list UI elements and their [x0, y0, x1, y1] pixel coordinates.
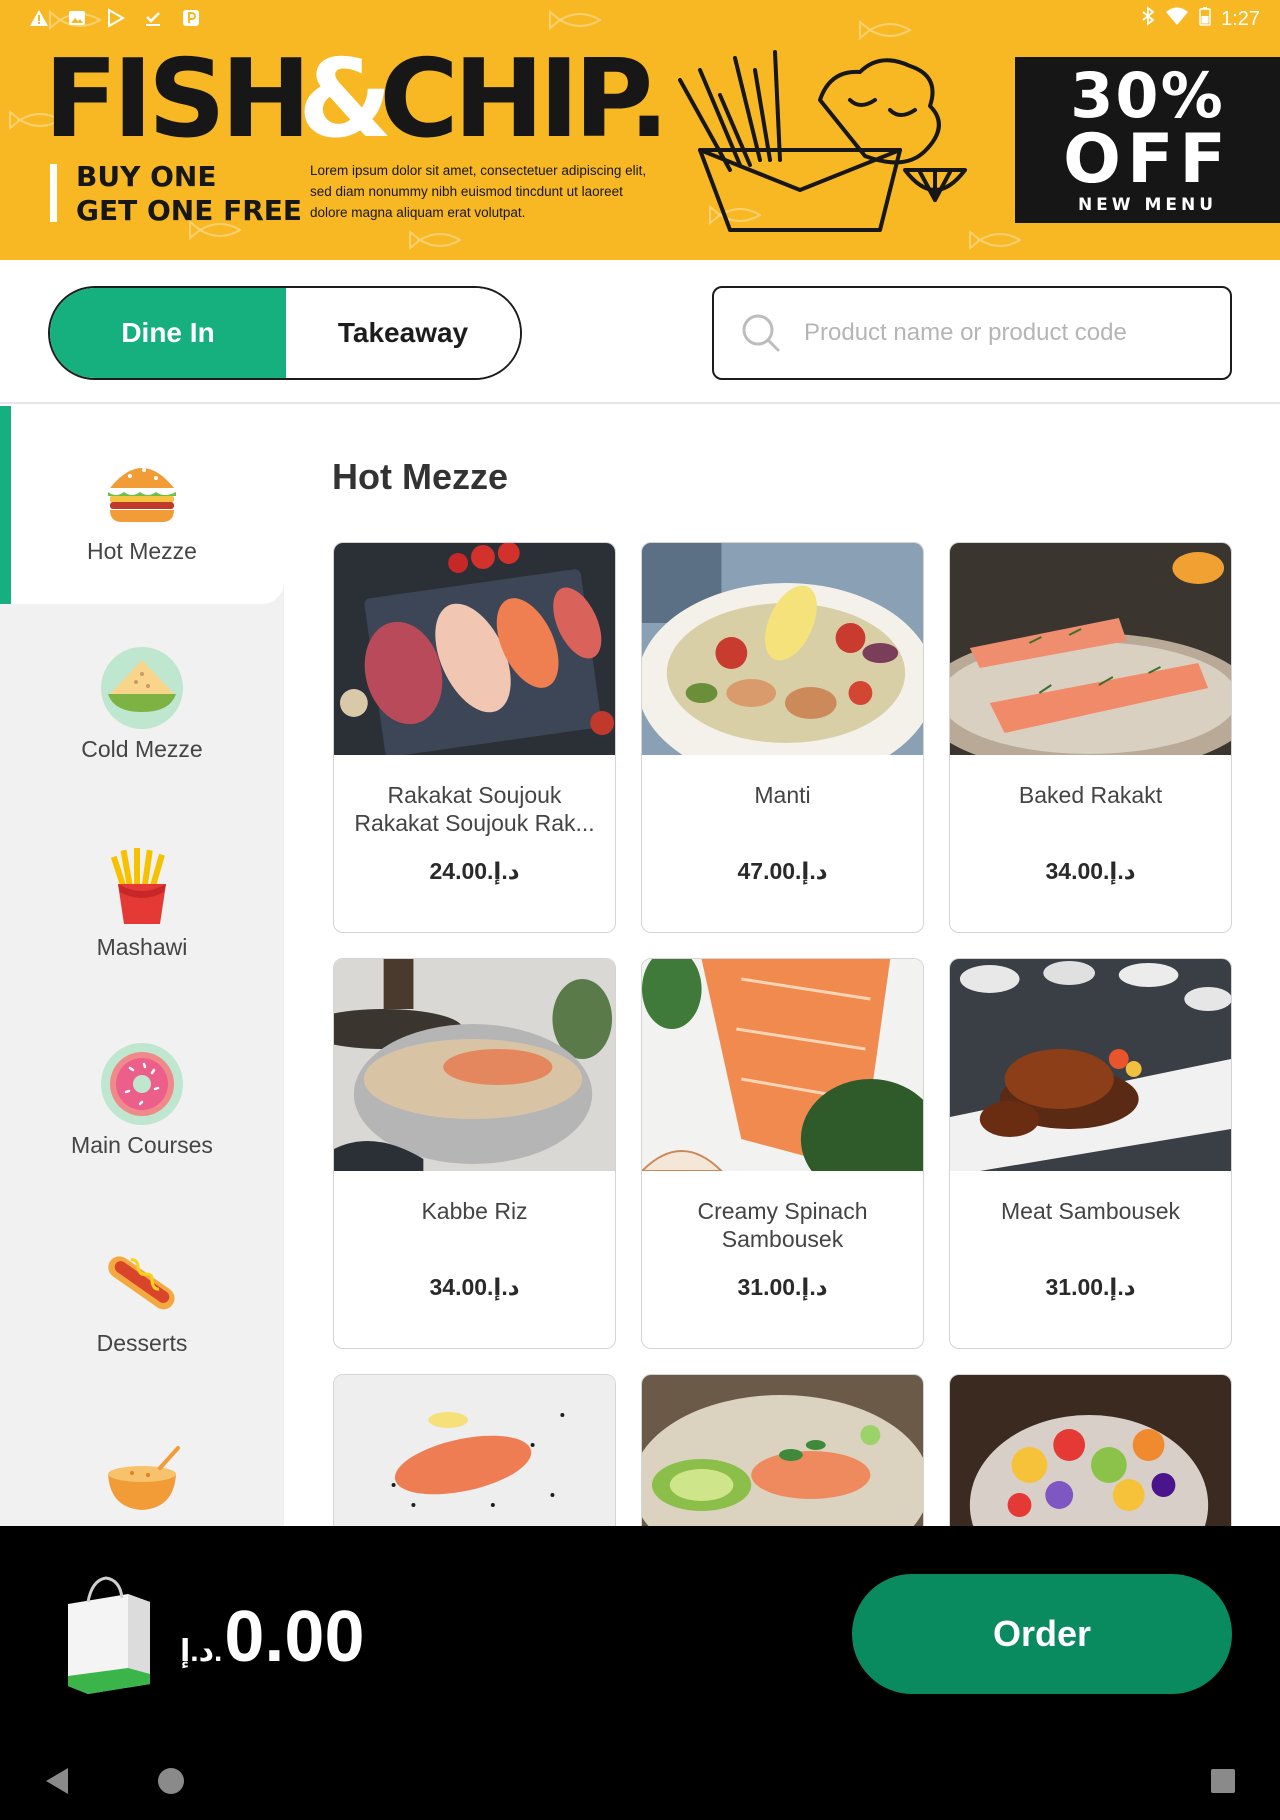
product-price: د.إ.47.00	[737, 858, 828, 884]
nav-back-icon[interactable]	[44, 1766, 70, 1796]
product-image	[950, 543, 1231, 773]
product-card[interactable]: Baked Rakakt د.إ.34.00	[949, 542, 1232, 933]
category-hot-mezze[interactable]: Hot Mezze	[0, 406, 284, 604]
product-image	[334, 959, 615, 1171]
product-name: Manti	[658, 781, 907, 809]
product-price: د.إ.34.00	[1045, 858, 1136, 884]
dine-in-button[interactable]: Dine In	[50, 288, 286, 378]
bluetooth-icon	[1141, 6, 1155, 32]
product-card[interactable]: Meat Sambousek د.إ.31.00	[949, 958, 1232, 1349]
promo-text: BUY ONE GET ONE FREE	[76, 160, 302, 228]
search-input[interactable]	[804, 319, 1204, 347]
clock-time: 1:27	[1221, 7, 1260, 30]
brand-chip: CHIP.	[379, 37, 669, 162]
product-image	[334, 543, 615, 757]
product-card[interactable]: Manti د.إ.47.00	[641, 542, 924, 933]
category-mashawi[interactable]: Mashawi	[0, 802, 284, 1000]
category-label: Cold Mezze	[81, 736, 203, 762]
wifi-icon	[1165, 6, 1189, 32]
nav-recents-icon[interactable]	[1210, 1768, 1236, 1794]
product-price: د.إ.34.00	[429, 1274, 520, 1300]
product-name: Rakakat Soujouk Rakakat Soujouk Rak...	[350, 781, 599, 837]
product-name: Meat Sambousek	[966, 1197, 1215, 1225]
product-image	[950, 959, 1231, 1171]
product-name-line-1: Creamy Spinach	[697, 1198, 868, 1224]
donut-icon	[101, 1043, 183, 1125]
discount-badge: 30% OFF NEW MENU	[1015, 57, 1280, 223]
product-name-line-1: Manti	[754, 782, 811, 808]
warning-icon	[28, 7, 50, 29]
order-toolbar: Dine In Takeaway	[0, 260, 1280, 404]
fries-icon	[110, 848, 166, 924]
category-desserts[interactable]: Desserts	[0, 1198, 284, 1396]
pizza-icon	[101, 647, 183, 729]
product-name: Creamy Spinach Sambousek	[658, 1197, 907, 1253]
product-name-line-1: Rakakat Soujouk	[387, 782, 562, 808]
order-button[interactable]: Order	[852, 1574, 1232, 1694]
category-cold-mezze[interactable]: Cold Mezze	[0, 604, 284, 802]
product-name-line-2: Rakakat Soujouk Rak...	[354, 810, 595, 836]
active-category-indicator	[0, 406, 11, 604]
product-image	[642, 959, 923, 1199]
product-card[interactable]: Rakakat Soujouk Rakakat Soujouk Rak... د…	[333, 542, 616, 933]
nav-home-icon[interactable]	[156, 1766, 186, 1796]
image-icon	[66, 7, 88, 29]
product-price: د.إ.31.00	[737, 1274, 828, 1300]
order-type-toggle: Dine In Takeaway	[48, 286, 522, 380]
discount-off-label: OFF	[1063, 120, 1232, 199]
soup-bowl-icon	[108, 1446, 180, 1510]
download-done-icon	[142, 7, 164, 29]
battery-icon	[1199, 6, 1211, 32]
promo-banner[interactable]: 1:27 FISH&CHIP. BUY ONE GET ONE FREE Lor…	[0, 0, 1280, 260]
takeaway-button[interactable]: Takeaway	[286, 288, 520, 378]
product-name-line-2: Sambousek	[721, 1226, 844, 1252]
status-bar-left	[28, 7, 202, 29]
category-main-courses[interactable]: Main Courses	[0, 1000, 284, 1198]
cart-total: د.إ. 0.00	[180, 1596, 365, 1678]
brand-fish: FISH	[44, 37, 311, 162]
burger-icon	[108, 468, 176, 522]
status-bar-right: 1:27	[1141, 6, 1260, 32]
fish-and-chips-illustration-icon	[678, 50, 967, 232]
promo-line-2: GET ONE FREE	[76, 194, 303, 227]
category-sidebar: Hot Mezze Cold Mezze Mashawi Main Course…	[0, 406, 284, 1526]
shopping-bag-icon[interactable]	[58, 1576, 158, 1696]
new-menu-label: NEW MENU	[1077, 195, 1218, 215]
section-title: Hot Mezze	[332, 456, 509, 497]
brand-title: FISH&CHIP.	[44, 46, 670, 154]
product-name-line-1: Kabbe Riz	[421, 1198, 528, 1224]
cart-total-amount: 0.00	[224, 1597, 365, 1677]
product-card[interactable]: Kabbe Riz د.إ.34.00	[333, 958, 616, 1349]
product-price: د.إ.31.00	[1045, 1274, 1136, 1300]
search-icon	[742, 314, 780, 352]
cart-currency: د.إ.	[180, 1635, 223, 1668]
category-label: Mashawi	[96, 934, 188, 960]
category-label: Main Courses	[71, 1132, 213, 1158]
product-card[interactable]: Creamy Spinach Sambousek د.إ.31.00	[641, 958, 924, 1349]
banner-description: Lorem ipsum dolor sit amet, consectetuer…	[310, 163, 647, 220]
promo-divider	[50, 164, 57, 222]
play-store-icon	[104, 7, 126, 29]
product-name: Baked Rakakt	[966, 781, 1215, 809]
product-name-line-1: Meat Sambousek	[1001, 1198, 1180, 1224]
parking-icon	[180, 7, 202, 29]
category-label: Desserts	[96, 1330, 188, 1356]
promo-line-1: BUY ONE	[76, 160, 217, 193]
cart-bar: د.إ. 0.00 Order	[0, 1526, 1280, 1820]
brand-ampersand: &	[298, 37, 392, 162]
product-name: Kabbe Riz	[350, 1197, 599, 1225]
search-box[interactable]	[712, 286, 1232, 380]
app-root: 1:27 FISH&CHIP. BUY ONE GET ONE FREE Lor…	[0, 0, 1280, 1820]
category-label: Hot Mezze	[87, 538, 197, 564]
product-image	[642, 543, 923, 783]
product-name-line-1: Baked Rakakt	[1018, 782, 1163, 808]
discount-percent: 30%	[1070, 59, 1225, 132]
product-price: د.إ.24.00	[429, 858, 520, 884]
hotdog-icon	[108, 1256, 175, 1310]
